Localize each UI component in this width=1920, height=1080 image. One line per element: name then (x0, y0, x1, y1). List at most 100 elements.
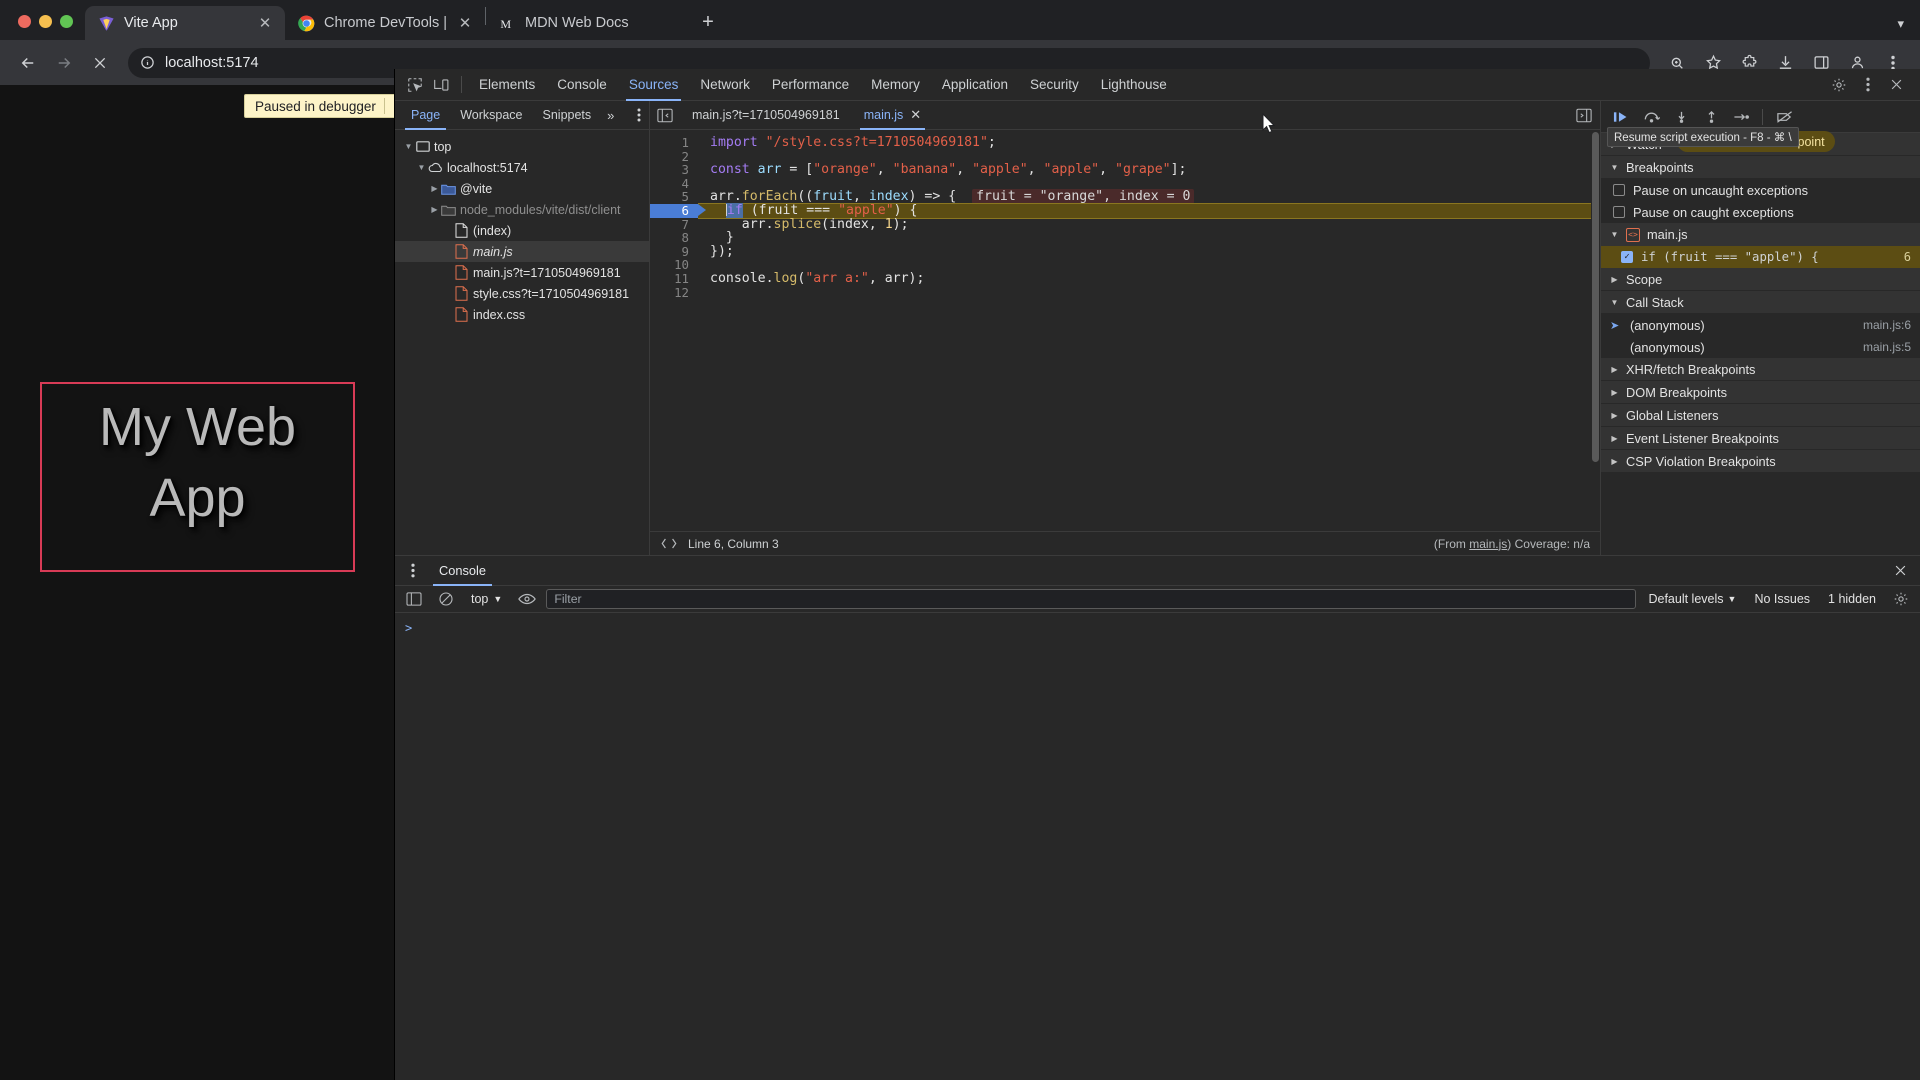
checkbox[interactable] (1613, 206, 1625, 218)
nav-tab-snippets[interactable]: Snippets (533, 101, 602, 130)
tree-item-main-js-query[interactable]: main.js?t=1710504969181 (395, 262, 649, 283)
chevron-right-icon[interactable]: ▶ (1610, 275, 1619, 284)
pretty-print-icon[interactable] (660, 537, 678, 550)
chevron-down-icon[interactable]: ▼ (1610, 298, 1619, 307)
browser-tab-mdn[interactable]: M MDN Web Docs (486, 6, 686, 40)
step-out-icon[interactable] (1697, 104, 1725, 130)
tab-performance[interactable]: Performance (761, 69, 860, 101)
console-hidden-count[interactable]: 1 hidden (1822, 592, 1882, 606)
browser-tab-vite-app[interactable]: Vite App ✕ (85, 6, 285, 40)
clear-console-icon[interactable] (433, 588, 459, 611)
close-icon[interactable] (1883, 72, 1910, 97)
chevron-right-icon[interactable]: ▶ (1610, 457, 1619, 466)
checkbox-checked[interactable]: ✓ (1621, 251, 1633, 263)
panel-toggle-icon[interactable] (650, 108, 680, 123)
tab-console[interactable]: Console (546, 69, 618, 101)
device-toolbar-icon[interactable] (428, 72, 455, 97)
section-xhr-fetch-breakpoints[interactable]: ▶ XHR/fetch Breakpoints (1601, 358, 1920, 381)
console-issues-status[interactable]: No Issues (1748, 592, 1816, 606)
chevron-down-icon[interactable]: ▼ (1728, 594, 1737, 604)
section-scope[interactable]: ▶ Scope (1601, 268, 1920, 291)
close-icon[interactable]: ✕ (455, 13, 475, 33)
console-context-selector[interactable]: top ▼ (465, 589, 508, 610)
resume-icon[interactable] (1607, 104, 1635, 130)
panel-right-toggle-icon[interactable] (1576, 108, 1600, 123)
section-call-stack[interactable]: ▼ Call Stack (1601, 291, 1920, 314)
close-icon[interactable]: ✕ (255, 13, 275, 33)
tab-network[interactable]: Network (689, 69, 761, 101)
kebab-icon[interactable] (1854, 72, 1881, 97)
tree-item-localhost[interactable]: ▼ localhost:5174 (395, 157, 649, 178)
pause-caught-exceptions-row[interactable]: Pause on caught exceptions (1601, 201, 1920, 223)
forward-arrow-icon[interactable] (48, 47, 80, 79)
tab-lighthouse[interactable]: Lighthouse (1090, 69, 1178, 101)
step-icon[interactable] (1727, 104, 1755, 130)
code-area[interactable]: 1 import "/style.css?t=1710504969181"; 2… (650, 130, 1600, 531)
close-window-button[interactable] (18, 15, 31, 28)
chevron-down-icon[interactable]: ▼ (403, 142, 414, 151)
step-over-icon[interactable] (1637, 104, 1665, 130)
back-arrow-icon[interactable] (12, 47, 44, 79)
tree-item-vite[interactable]: ▶ @vite (395, 178, 649, 199)
scrollbar-thumb[interactable] (1592, 132, 1599, 462)
nav-tab-workspace[interactable]: Workspace (450, 101, 532, 130)
tree-item-node-modules[interactable]: ▶ node_modules/vite/dist/client (395, 199, 649, 220)
inspect-element-icon[interactable] (401, 72, 428, 97)
tab-memory[interactable]: Memory (860, 69, 931, 101)
console-log-levels-selector[interactable]: Default levels ▼ (1642, 592, 1742, 606)
gear-icon[interactable] (1825, 72, 1852, 97)
breakpoint-entry[interactable]: ✓ if (fruit === "apple") { 6 (1601, 246, 1920, 268)
section-event-listener-breakpoints[interactable]: ▶ Event Listener Breakpoints (1601, 427, 1920, 450)
stop-loading-icon[interactable] (84, 47, 116, 79)
step-into-icon[interactable] (1667, 104, 1695, 130)
minimize-window-button[interactable] (39, 15, 52, 28)
tree-item-style-css[interactable]: style.css?t=1710504969181 (395, 283, 649, 304)
close-icon[interactable] (1881, 556, 1920, 586)
console-prompt[interactable]: > (395, 619, 1920, 637)
chevron-down-icon[interactable]: ▼ (1610, 230, 1619, 239)
tree-item-index-css[interactable]: index.css (395, 304, 649, 325)
chevron-down-icon[interactable]: ▾ (1897, 16, 1920, 40)
chevron-down-icon[interactable]: ▼ (1610, 163, 1619, 172)
browser-tab-chrome-devtools[interactable]: Chrome DevTools | Chrome f ✕ (285, 6, 485, 40)
deactivate-breakpoints-icon[interactable] (1770, 104, 1798, 130)
tab-application[interactable]: Application (931, 69, 1019, 101)
console-output[interactable]: > (395, 613, 1920, 1080)
chevron-right-icon[interactable]: ▶ (1610, 434, 1619, 443)
breakpoint-file-group[interactable]: ▼ <> main.js (1601, 223, 1920, 246)
tree-item-top[interactable]: ▼ top (395, 136, 649, 157)
kebab-icon[interactable] (629, 101, 649, 130)
pause-uncaught-exceptions-row[interactable]: Pause on uncaught exceptions (1601, 179, 1920, 201)
section-csp-violation-breakpoints[interactable]: ▶ CSP Violation Breakpoints (1601, 450, 1920, 473)
console-sidebar-icon[interactable] (401, 588, 427, 611)
section-dom-breakpoints[interactable]: ▶ DOM Breakpoints (1601, 381, 1920, 404)
gear-icon[interactable] (1888, 588, 1914, 611)
chevron-right-icon[interactable]: ▶ (1610, 411, 1619, 420)
new-tab-button[interactable]: + (694, 8, 722, 36)
tab-elements[interactable]: Elements (468, 69, 546, 101)
live-expression-icon[interactable] (514, 588, 540, 611)
section-breakpoints[interactable]: ▼ Breakpoints (1601, 156, 1920, 179)
editor-tab-main-js[interactable]: main.js ✕ (852, 101, 934, 130)
call-stack-frame-1[interactable]: (anonymous) main.js:5 (1601, 336, 1920, 358)
call-stack-frame-0[interactable]: ➤ (anonymous) main.js:6 (1601, 314, 1920, 336)
chevron-right-icon[interactable]: ▶ (1610, 388, 1619, 397)
navigator-overflow-icon[interactable]: » (601, 101, 620, 130)
tab-sources[interactable]: Sources (618, 69, 690, 101)
chevron-right-icon[interactable]: ▶ (429, 184, 440, 193)
console-filter-input[interactable] (546, 589, 1636, 609)
drawer-tab-console[interactable]: Console (427, 556, 498, 586)
chevron-right-icon[interactable]: ▶ (1610, 365, 1619, 374)
tab-security[interactable]: Security (1019, 69, 1090, 101)
editor-scrollbar[interactable] (1591, 130, 1600, 531)
from-file-link[interactable]: main.js (1469, 537, 1507, 551)
editor-tab-main-js-query[interactable]: main.js?t=1710504969181 (680, 101, 852, 130)
chevron-down-icon[interactable]: ▼ (493, 594, 502, 604)
tree-item-main-js[interactable]: main.js (395, 241, 649, 262)
nav-tab-page[interactable]: Page (401, 101, 450, 130)
kebab-icon[interactable] (399, 563, 427, 578)
checkbox[interactable] (1613, 184, 1625, 196)
chevron-right-icon[interactable]: ▶ (429, 205, 440, 214)
info-circle-icon[interactable] (140, 55, 155, 70)
tree-item-index[interactable]: (index) (395, 220, 649, 241)
